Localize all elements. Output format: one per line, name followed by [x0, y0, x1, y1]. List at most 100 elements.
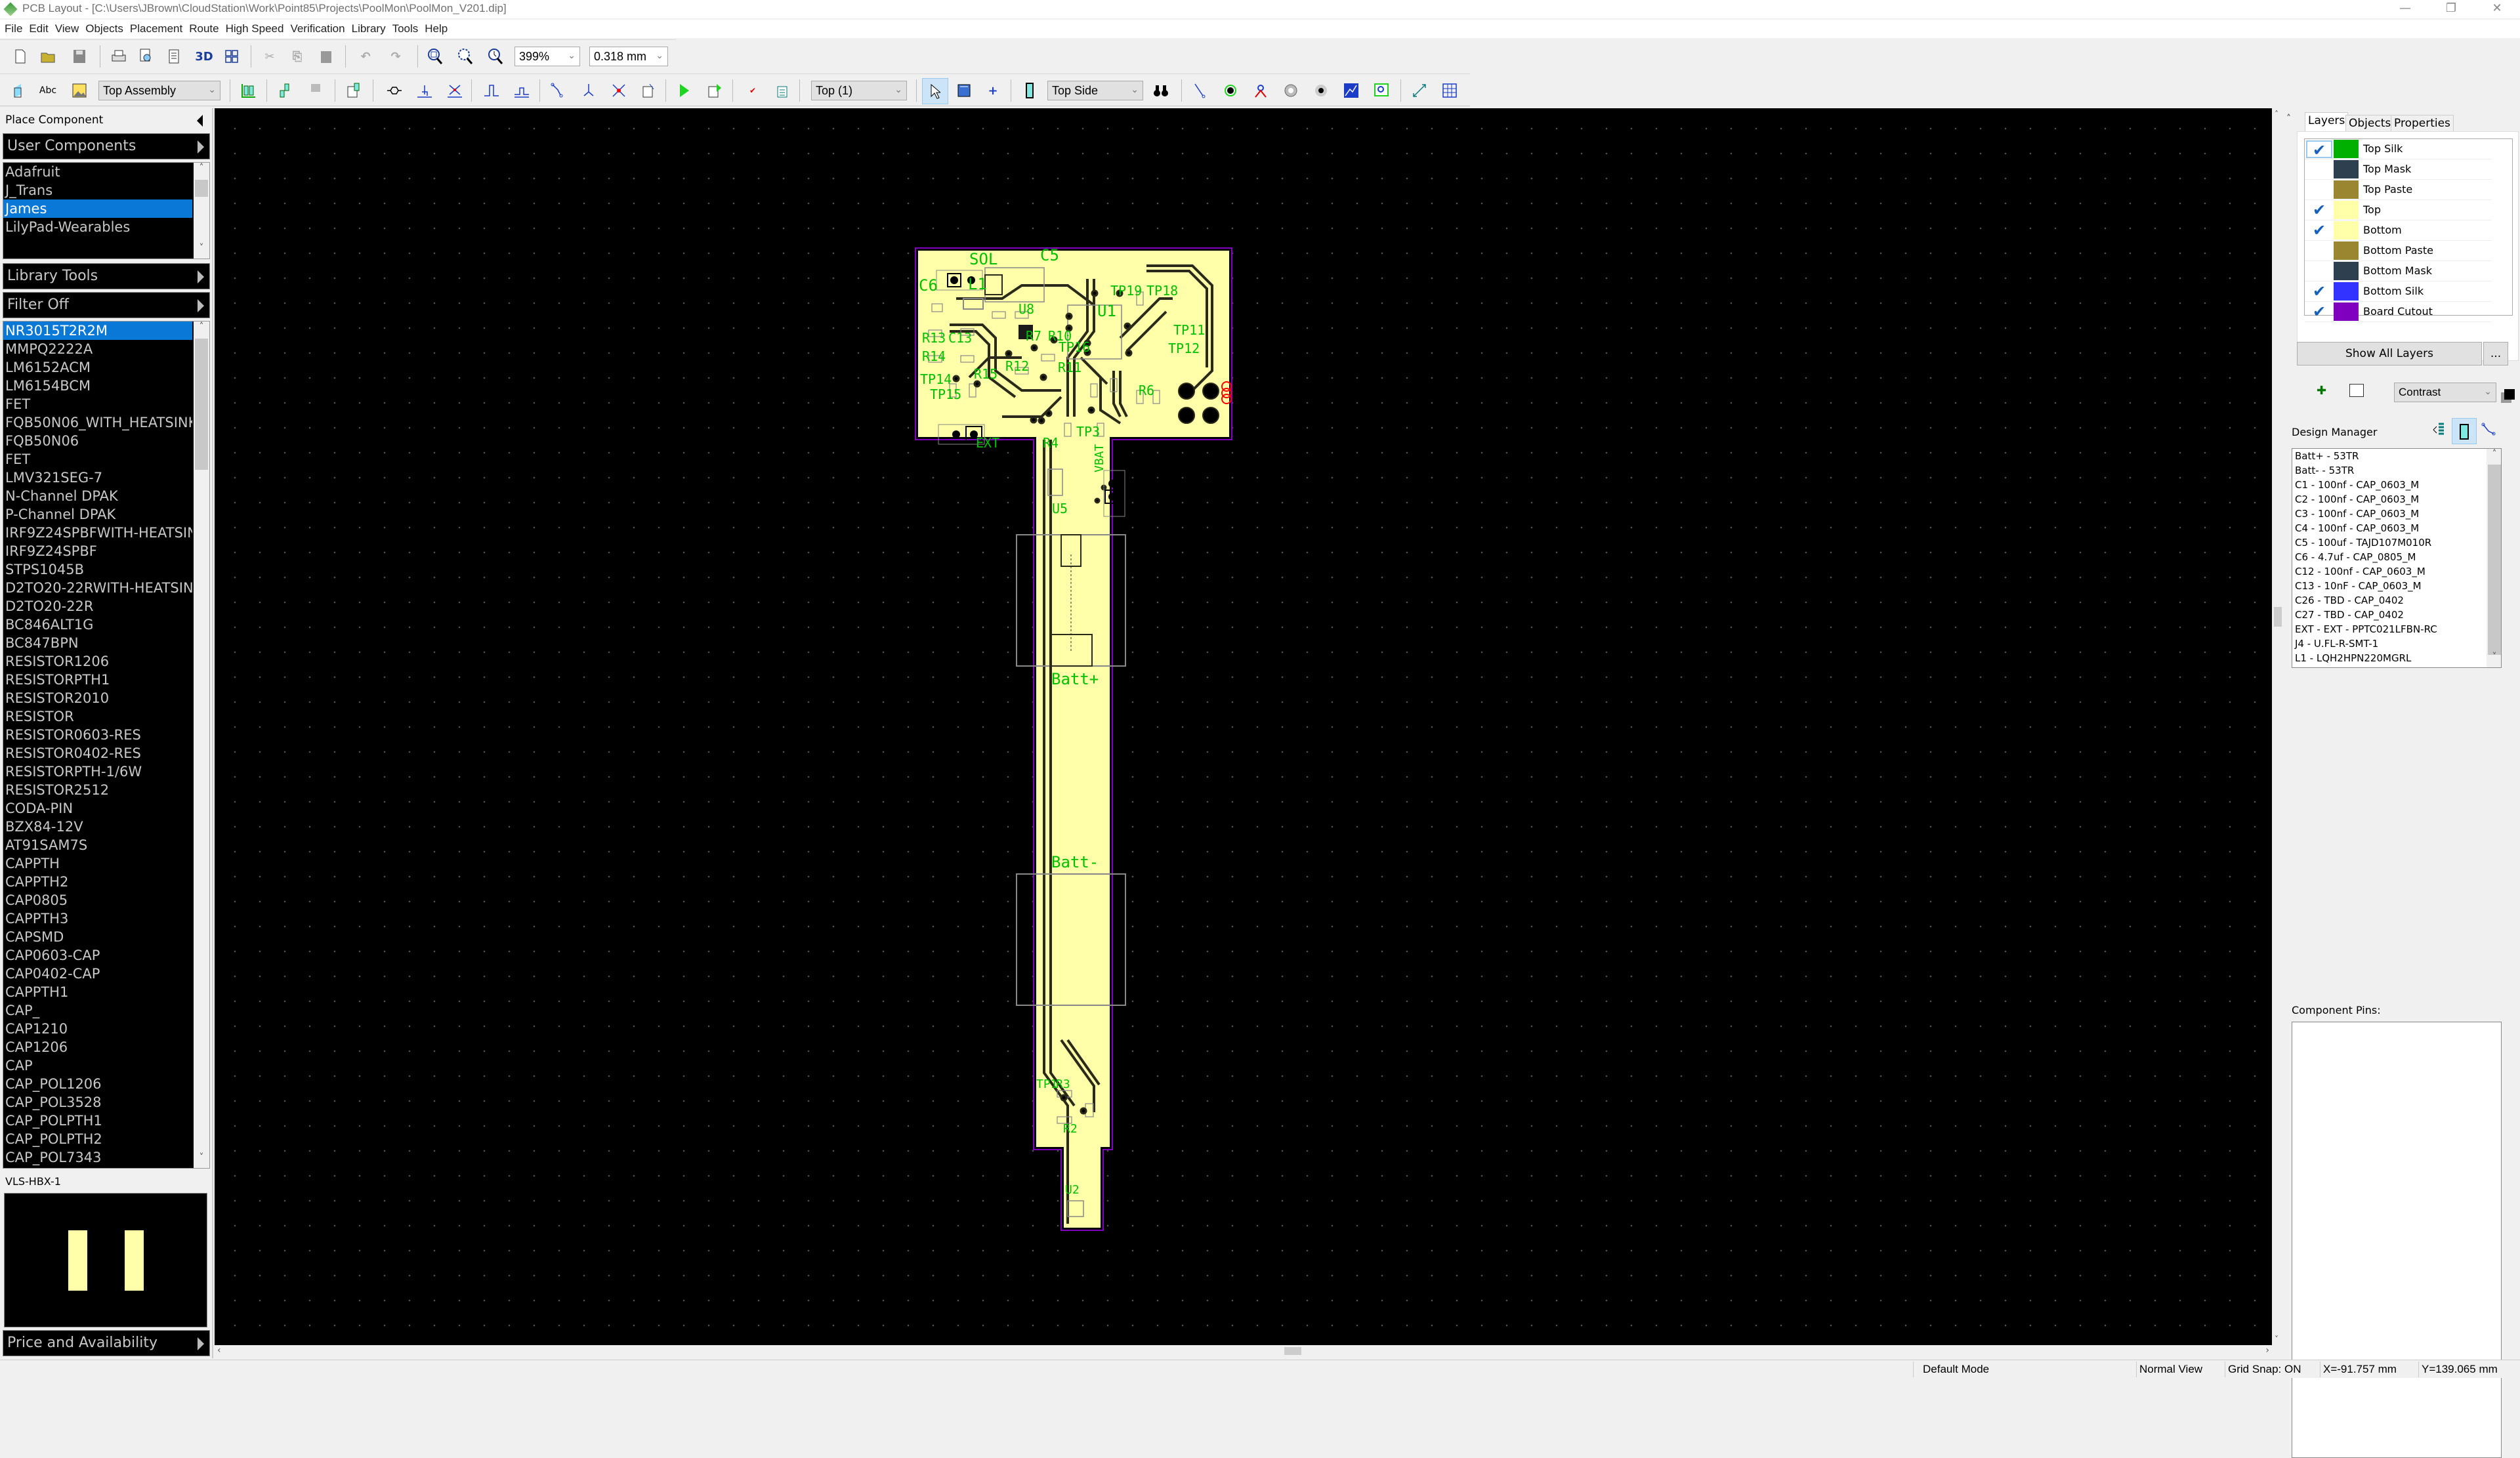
component-item[interactable]: LM6154BCM [3, 377, 192, 395]
components-view-icon[interactable] [2452, 418, 2477, 444]
add-layer-set-icon[interactable]: ✚ [2317, 384, 2326, 398]
align-components-icon[interactable] [240, 82, 257, 99]
scrollbar-thumb[interactable] [195, 339, 208, 470]
library-item[interactable]: LilyPad-Wearables [3, 218, 192, 236]
scrollbar-thumb[interactable] [1284, 1347, 1301, 1355]
component-item[interactable]: NR3015T2R2M [3, 322, 192, 340]
layer-visibility-checkbox[interactable]: ✔ [2306, 222, 2332, 240]
scrollbar-thumb[interactable] [2274, 607, 2282, 627]
route-trace-icon[interactable] [550, 82, 567, 99]
panelize-icon[interactable] [223, 48, 240, 65]
image-tool-icon[interactable] [71, 82, 88, 99]
scroll-down-icon[interactable]: ˅ [2487, 652, 2501, 667]
pour-manager-icon[interactable] [1373, 82, 1390, 99]
3d-view-icon[interactable]: 3D [195, 48, 213, 65]
design-manager-item[interactable]: J4 - U.FL-R-SMT-1 [2292, 636, 2501, 651]
layer-row[interactable]: ✔ Bottom [2305, 220, 2492, 241]
design-manager-item[interactable]: Batt- - 53TR [2292, 463, 2501, 478]
component-properties-icon[interactable] [345, 82, 362, 99]
library-item[interactable]: James [3, 199, 192, 218]
component-item[interactable]: RESISTOR [3, 707, 192, 726]
cut-icon[interactable]: ✂ [261, 48, 278, 65]
pcb-canvas[interactable]: SOL C5 C6 L1 U1 TP19 TP18 U8 R13 C13 R7 … [215, 108, 2272, 1345]
delete-trace-icon[interactable] [610, 82, 627, 99]
trace-properties-icon[interactable] [640, 82, 658, 99]
place-component-icon[interactable] [1021, 82, 1038, 99]
move-trace-icon[interactable] [580, 82, 597, 99]
layer-row[interactable]: Top Mask [2305, 159, 2492, 180]
filter-header[interactable]: Filter Off [3, 292, 210, 318]
component-item[interactable]: CAP_POLPTH2 [3, 1130, 192, 1148]
zoom-out-icon[interactable] [457, 48, 474, 65]
print-icon[interactable] [110, 48, 127, 65]
component-item[interactable]: CAP [3, 1056, 192, 1075]
design-manager-item[interactable]: C6 - 4.7uf - CAP_0805_M [2292, 550, 2501, 564]
collapse-panel-icon[interactable] [197, 115, 203, 127]
component-item[interactable]: MMPQ2222A [3, 340, 192, 358]
layer-color-swatch[interactable] [2334, 262, 2359, 280]
show-all-layers-button[interactable]: Show All Layers [2297, 342, 2482, 365]
contrast-icon[interactable] [2504, 389, 2515, 400]
open-file-icon[interactable] [39, 48, 56, 65]
layer-row[interactable]: ✔ Board Cutout [2305, 302, 2492, 322]
component-item[interactable]: LMV321SEG-7 [3, 469, 192, 487]
design-manager-item[interactable]: EXT - EXT - PPTC021LFBN-RC [2292, 622, 2501, 636]
design-manager-list[interactable]: Batt+ - 53TR Batt- - 53TR C1 - 100nf - CAP… [2292, 448, 2502, 668]
zoom-previous-icon[interactable] [487, 48, 504, 65]
component-item[interactable]: D2TO20-22R [3, 597, 192, 615]
library-list[interactable]: Adafruit J_Trans James LilyPad-Wearables ˄ ˅ [3, 162, 210, 259]
active-layer-select[interactable]: Top (1) ⌄ [811, 81, 907, 100]
tab-objects[interactable]: Objects [2345, 115, 2395, 132]
copper-pour-icon[interactable] [1343, 82, 1360, 99]
component-item[interactable]: CAPSMD [3, 928, 192, 946]
report-icon[interactable] [165, 48, 182, 65]
component-item[interactable]: RESISTOR1206 [3, 652, 192, 671]
print-preview-icon[interactable] [138, 48, 155, 65]
design-manager-item[interactable]: R1 - 10k - RES_0603_M [2292, 665, 2501, 667]
component-item[interactable]: CAP0402-CAP [3, 965, 192, 983]
contrast-select[interactable]: Contrast ⌄ [2394, 383, 2496, 402]
layer-visibility-checkbox[interactable] [2306, 242, 2332, 260]
component-item[interactable]: D2TO20-22RWITH-HEATSINK [3, 579, 192, 597]
gloss-icon[interactable] [386, 82, 403, 99]
component-item[interactable]: AT91SAM7S [3, 836, 192, 854]
menu-verification[interactable]: Verification [285, 20, 346, 35]
layer-color-swatch[interactable] [2334, 140, 2359, 158]
design-manager-item[interactable]: C5 - 100uf - TAJD107M010R [2292, 535, 2501, 550]
autoroute-settings-icon[interactable] [706, 82, 723, 99]
scroll-left-icon[interactable]: ‹ [217, 1345, 221, 1356]
component-item[interactable]: CAPPTH [3, 854, 192, 873]
component-item[interactable]: FET [3, 450, 192, 469]
scrollbar-thumb[interactable] [195, 180, 208, 197]
design-manager-scrollbar[interactable]: ˄ ˅ [2487, 449, 2501, 667]
layer-visibility-checkbox[interactable]: ✔ [2306, 303, 2332, 321]
layer-visibility-checkbox[interactable] [2306, 181, 2332, 199]
layer-row[interactable]: Top Paste [2305, 180, 2492, 200]
component-item[interactable]: CAPPTH1 [3, 983, 192, 1001]
menu-high-speed[interactable]: High Speed [221, 20, 286, 35]
assembly-layer-select[interactable]: Top Assembly ⌄ [98, 81, 220, 100]
new-file-icon[interactable] [12, 48, 29, 65]
menu-edit[interactable]: Edit [24, 20, 50, 35]
design-manager-item[interactable]: C27 - TBD - CAP_0402 [2292, 608, 2501, 622]
component-item[interactable]: FET [3, 395, 192, 413]
menu-library[interactable]: Library [347, 20, 388, 35]
component-item[interactable]: BZX84-12V [3, 818, 192, 836]
component-item[interactable]: RESISTOR2512 [3, 781, 192, 799]
component-item[interactable]: CAPPTH3 [3, 909, 192, 928]
design-manager-item[interactable]: C12 - 100nf - CAP_0603_M [2292, 564, 2501, 579]
canvas-horizontal-scrollbar[interactable]: ‹ › [215, 1345, 2272, 1357]
component-item[interactable]: P-Channel DPAK [3, 505, 192, 524]
layer-color-swatch[interactable] [2334, 160, 2359, 178]
delete-tuning-icon[interactable] [446, 82, 463, 99]
library-tools-header[interactable]: Library Tools [3, 263, 210, 289]
drc-report-icon[interactable] [774, 82, 791, 99]
layer-color-swatch[interactable] [2334, 221, 2359, 240]
draw-trace-icon[interactable] [1192, 82, 1209, 99]
layer-visibility-checkbox[interactable] [2306, 161, 2332, 178]
redo-icon[interactable]: ↷ [387, 48, 404, 65]
component-item[interactable]: RESISTORPTH-1/6W [3, 762, 192, 781]
component-item[interactable]: FQB50N06_WITH_HEATSINK [3, 413, 192, 432]
layer-row[interactable]: ✔ Top [2305, 200, 2492, 220]
scroll-down-icon[interactable]: ˅ [194, 1152, 209, 1168]
